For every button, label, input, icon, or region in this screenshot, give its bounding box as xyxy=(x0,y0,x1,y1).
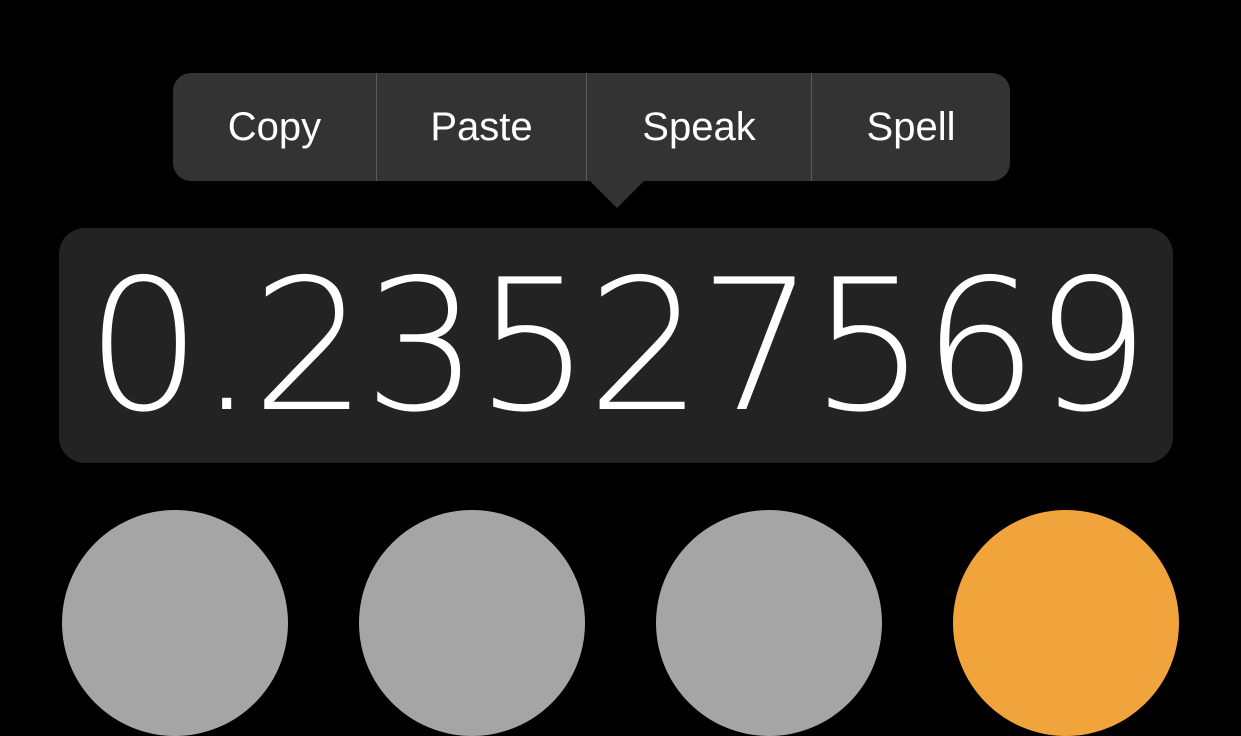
calculator-display[interactable]: 0.23527569 xyxy=(59,228,1173,463)
calculator-key-1[interactable] xyxy=(62,510,288,736)
calculator-key-2[interactable] xyxy=(359,510,585,736)
calculator-key-3[interactable] xyxy=(656,510,882,736)
menu-item-paste[interactable]: Paste xyxy=(377,73,586,181)
menu-item-label: Spell xyxy=(866,104,956,149)
menu-pointer-arrow xyxy=(589,180,645,208)
calculator-operator-key[interactable] xyxy=(953,510,1179,736)
display-value[interactable]: 0.23527569 xyxy=(86,255,1150,437)
menu-item-label: Copy xyxy=(227,104,322,149)
edit-context-menu: Copy Paste Speak Spell xyxy=(173,73,1010,181)
menu-item-label: Speak xyxy=(642,104,756,149)
menu-item-speak[interactable]: Speak xyxy=(587,73,811,181)
menu-item-copy[interactable]: Copy xyxy=(173,73,376,181)
menu-item-label: Paste xyxy=(430,104,533,149)
menu-item-spell[interactable]: Spell xyxy=(812,73,1010,181)
